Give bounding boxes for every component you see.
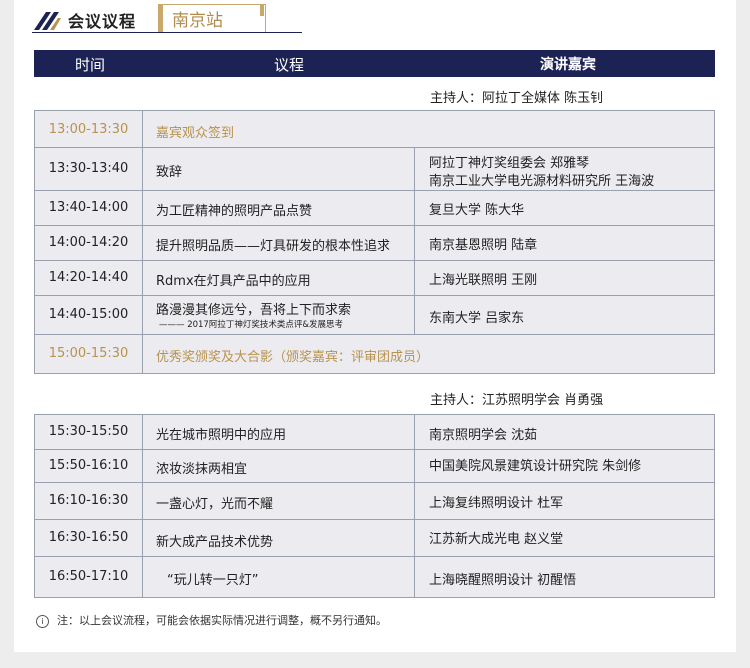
city-tab-accent-right — [260, 4, 264, 16]
table-row: 15:50-16:10 浓妆淡抹两相宜 中国美院风景建筑设计研究院 朱剑修 — [34, 449, 715, 483]
row-agenda: 一盏心灯，光而不耀 — [156, 497, 274, 512]
row-agenda: 路漫漫其修远兮，吾将上下而求索 — [156, 303, 352, 318]
header-time: 时间 — [75, 56, 106, 74]
row-speaker: 南京工业大学电光源材料研究所 王海波 — [429, 174, 655, 189]
header-underline — [32, 32, 302, 33]
row-agenda: “玩儿转一只灯” — [167, 573, 259, 588]
info-icon: i — [36, 614, 49, 628]
row-speaker: 南京基恩照明 陆章 — [429, 238, 538, 253]
table-row: 13:30-13:40 致辞 阿拉丁神灯奖组委会 郑雅琴 南京工业大学电光源材料… — [34, 147, 715, 191]
table-row: 14:40-15:00 路漫漫其修远兮，吾将上下而求索 ——— 2017阿拉丁神… — [34, 295, 715, 335]
session1-host: 主持人：阿拉丁全媒体 陈玉钊 — [430, 91, 604, 106]
table-row: 16:50-17:10 “玩儿转一只灯” 上海晓醒照明设计 初醒悟 — [34, 556, 715, 598]
table-row: 13:00-13:30 嘉宾观众签到 — [34, 110, 715, 148]
session2-table: 15:30-15:50 光在城市照明中的应用 南京照明学会 沈茹 15:50-1… — [34, 414, 715, 598]
row-time: 16:10-16:30 — [48, 493, 129, 508]
row-time: 15:30-15:50 — [48, 424, 129, 439]
city-tab-accent-left — [158, 4, 163, 32]
row-agenda: 为工匠精神的照明产品点赞 — [156, 204, 313, 219]
stripes-logo-icon — [34, 12, 61, 30]
session2-host: 主持人：江苏照明学会 肖勇强 — [430, 393, 604, 408]
agenda-card: 会议议程 南京站 时间 议程 演讲嘉宾 主持人：阿拉丁全媒体 陈玉钊 13:00… — [14, 0, 736, 652]
section-header: 会议议程 南京站 — [32, 4, 302, 36]
row-speaker: 上海晓醒照明设计 初醒悟 — [429, 573, 577, 588]
session1-table: 13:00-13:30 嘉宾观众签到 13:30-13:40 致辞 阿拉丁神灯奖… — [34, 110, 715, 374]
row-speaker: 东南大学 吕家东 — [429, 311, 525, 326]
page-title: 会议议程 — [68, 12, 137, 31]
row-agenda: 致辞 — [156, 165, 183, 180]
row-speaker: 上海光联照明 王刚 — [429, 273, 538, 288]
row-time: 15:50-16:10 — [48, 458, 129, 473]
table-row: 15:00-15:30 优秀奖颁奖及大合影（颁奖嘉宾：评审团成员） — [34, 334, 715, 374]
row-agenda: 新大成产品技术优势 — [156, 535, 274, 550]
footnote: i 注：以上会议流程，可能会依据实际情况进行调整，概不另行通知。 — [36, 612, 387, 628]
row-agenda: 提升照明品质——灯具研发的根本性追求 — [156, 239, 391, 254]
city-tab[interactable]: 南京站 — [172, 6, 223, 31]
row-agenda: 嘉宾观众签到 — [156, 126, 235, 141]
header-speaker: 演讲嘉宾 — [540, 57, 596, 73]
row-speaker: 阿拉丁神灯奖组委会 郑雅琴 — [429, 156, 590, 171]
row-speaker: 复旦大学 陈大华 — [429, 203, 525, 218]
row-time: 14:40-15:00 — [48, 307, 129, 322]
table-row: 14:00-14:20 提升照明品质——灯具研发的根本性追求 南京基恩照明 陆章 — [34, 225, 715, 261]
footnote-text: 注：以上会议流程，可能会依据实际情况进行调整，概不另行通知。 — [57, 614, 387, 627]
row-speaker: 中国美院风景建筑设计研究院 朱剑修 — [429, 459, 642, 474]
table-row: 14:20-14:40 Rdmx在灯具产品中的应用 上海光联照明 王刚 — [34, 260, 715, 296]
row-time: 13:40-14:00 — [48, 200, 129, 215]
header-agenda: 议程 — [274, 56, 305, 74]
row-agenda: 光在城市照明中的应用 — [156, 428, 287, 443]
table-header: 时间 议程 演讲嘉宾 — [34, 50, 715, 77]
row-agenda: Rdmx在灯具产品中的应用 — [156, 274, 311, 289]
row-agenda: 优秀奖颁奖及大合影（颁奖嘉宾：评审团成员） — [156, 350, 430, 365]
row-speaker: 南京照明学会 沈茹 — [429, 428, 538, 443]
row-time: 15:00-15:30 — [48, 346, 129, 361]
table-row: 13:40-14:00 为工匠精神的照明产品点赞 复旦大学 陈大华 — [34, 190, 715, 226]
row-speaker: 江苏新大成光电 赵义堂 — [429, 532, 564, 547]
row-time: 14:00-14:20 — [48, 235, 129, 250]
row-agenda-sub: ——— 2017阿拉丁神灯奖技术类点评&发展思考 — [159, 320, 343, 330]
table-row: 16:30-16:50 新大成产品技术优势 江苏新大成光电 赵义堂 — [34, 519, 715, 557]
row-speaker: 上海复纬照明设计 杜军 — [429, 496, 564, 511]
row-time: 16:50-17:10 — [48, 569, 129, 584]
row-time: 13:00-13:30 — [48, 122, 129, 137]
row-time: 13:30-13:40 — [48, 161, 129, 176]
row-time: 14:20-14:40 — [48, 270, 129, 285]
table-row: 16:10-16:30 一盏心灯，光而不耀 上海复纬照明设计 杜军 — [34, 482, 715, 520]
row-time: 16:30-16:50 — [48, 530, 129, 545]
table-row: 15:30-15:50 光在城市照明中的应用 南京照明学会 沈茹 — [34, 414, 715, 450]
row-agenda: 浓妆淡抹两相宜 — [156, 462, 248, 477]
